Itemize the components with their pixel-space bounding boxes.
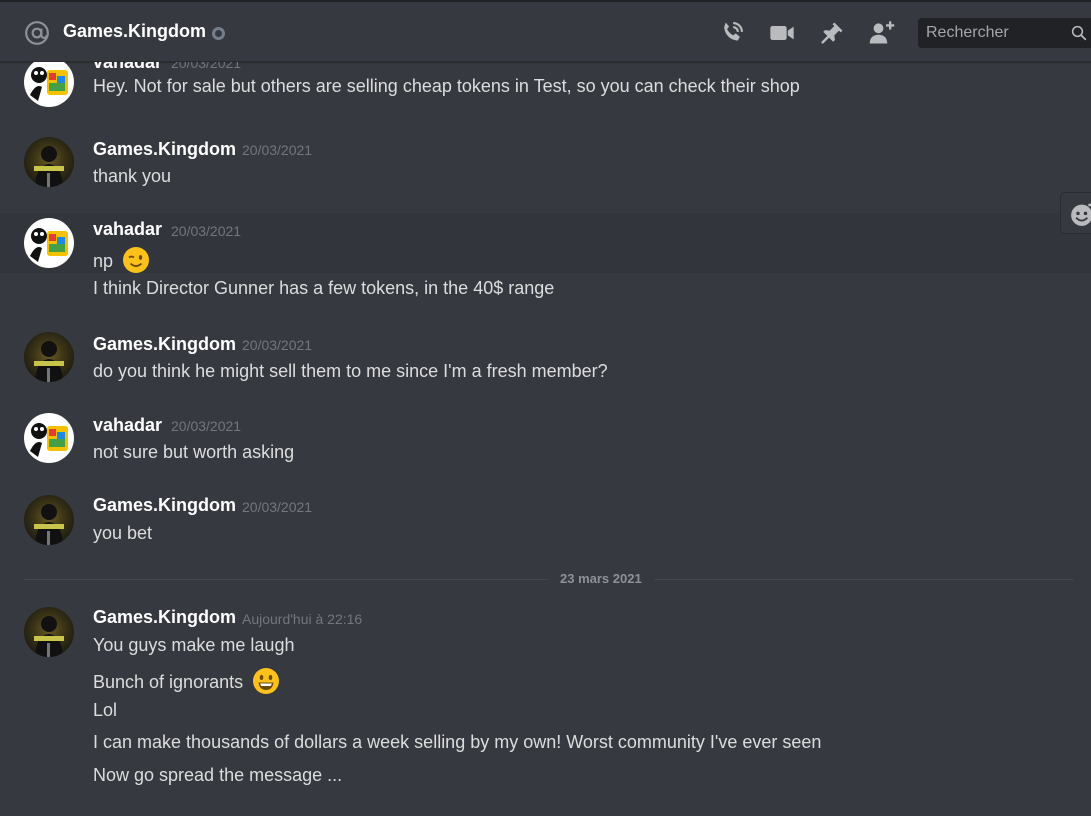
message-list: vahadar 20/03/2021 Hey. Not for sale but… — [0, 62, 1091, 816]
status-indicator — [212, 27, 225, 40]
wink-emoji-icon — [123, 247, 150, 273]
message-author[interactable]: Games.Kingdom — [93, 139, 236, 160]
message-timestamp: 20/03/2021 — [171, 223, 242, 239]
avatar-figure-icon — [34, 616, 64, 657]
avatar[interactable] — [24, 62, 74, 107]
message-author[interactable]: vahadar — [93, 219, 162, 240]
avatar[interactable] — [24, 607, 74, 657]
message: vahadar 20/03/2021 not sure but worth as… — [0, 408, 1091, 478]
video-camera-icon[interactable] — [768, 19, 796, 47]
message-text: I can make thousands of dollars a week s… — [93, 732, 822, 752]
message-author[interactable]: Games.Kingdom — [93, 607, 236, 628]
add-reaction-button[interactable] — [1060, 192, 1091, 234]
search-icon[interactable] — [1070, 24, 1088, 42]
message: Games.Kingdom 20/03/2021 do you think he… — [0, 327, 1091, 397]
message-timestamp: 20/03/2021 — [171, 62, 242, 71]
avatar[interactable] — [24, 495, 74, 545]
message-timestamp: 20/03/2021 — [242, 499, 313, 515]
add-reaction-icon — [1071, 203, 1091, 226]
message-line: np — [93, 246, 150, 274]
message-text: you bet — [93, 523, 153, 543]
channel-title: Games.Kingdom — [63, 21, 207, 41]
message: Games.Kingdom 20/03/2021 you bet — [0, 490, 1091, 560]
message: Games.Kingdom Aujourd'hui à 22:16 You gu… — [0, 602, 1091, 816]
search-input[interactable] — [926, 22, 1066, 44]
avatar[interactable] — [24, 413, 74, 463]
message-text: Bunch of ignorants — [93, 672, 244, 692]
message-text: Now go spread the message ... — [93, 765, 343, 785]
message-text: You guys make me laugh — [93, 635, 295, 655]
at-icon — [25, 21, 49, 45]
avatar-logo-icon — [30, 423, 68, 457]
date-divider-label: 23 mars 2021 — [548, 571, 654, 586]
pin-icon[interactable] — [818, 19, 846, 47]
message-timestamp: Aujourd'hui à 22:16 — [242, 611, 363, 627]
message: Games.Kingdom 20/03/2021 thank you — [0, 132, 1091, 202]
message-author[interactable]: vahadar — [93, 415, 162, 436]
avatar[interactable] — [24, 218, 74, 268]
message-author[interactable]: Games.Kingdom — [93, 495, 236, 516]
message-text: Hey. Not for sale but others are selling… — [93, 76, 800, 96]
grin-emoji-icon — [253, 668, 280, 694]
message: vahadar 20/03/2021 Hey. Not for sale but… — [0, 62, 1091, 130]
message-text: np — [93, 251, 114, 271]
message-text: Lol — [93, 700, 118, 720]
message-timestamp: 20/03/2021 — [242, 337, 313, 353]
avatar-logo-icon — [30, 67, 68, 101]
message-author[interactable]: vahadar — [93, 62, 162, 73]
avatar-logo-icon — [30, 228, 68, 262]
avatar-figure-icon — [34, 146, 64, 187]
message-author[interactable]: Games.Kingdom — [93, 334, 236, 355]
message: vahadar 20/03/2021 np — [0, 213, 1091, 273]
message-line: Bunch of ignorants — [93, 667, 280, 695]
avatar-figure-icon — [34, 504, 64, 545]
message-text: do you think he might sell them to me si… — [93, 361, 608, 381]
message-timestamp: 20/03/2021 — [242, 142, 313, 158]
channel-header: Games.Kingdom — [0, 0, 1091, 62]
message-text: not sure but worth asking — [93, 442, 295, 462]
avatar[interactable] — [24, 332, 74, 382]
search-box[interactable] — [918, 18, 1091, 48]
avatar[interactable] — [24, 137, 74, 187]
message-timestamp: 20/03/2021 — [171, 418, 242, 434]
avatar-figure-icon — [34, 341, 64, 382]
phone-call-icon[interactable] — [718, 19, 746, 47]
message-text: thank you — [93, 166, 172, 186]
add-member-icon[interactable] — [868, 19, 896, 47]
message-text: I think Director Gunner has a few tokens… — [93, 278, 555, 298]
